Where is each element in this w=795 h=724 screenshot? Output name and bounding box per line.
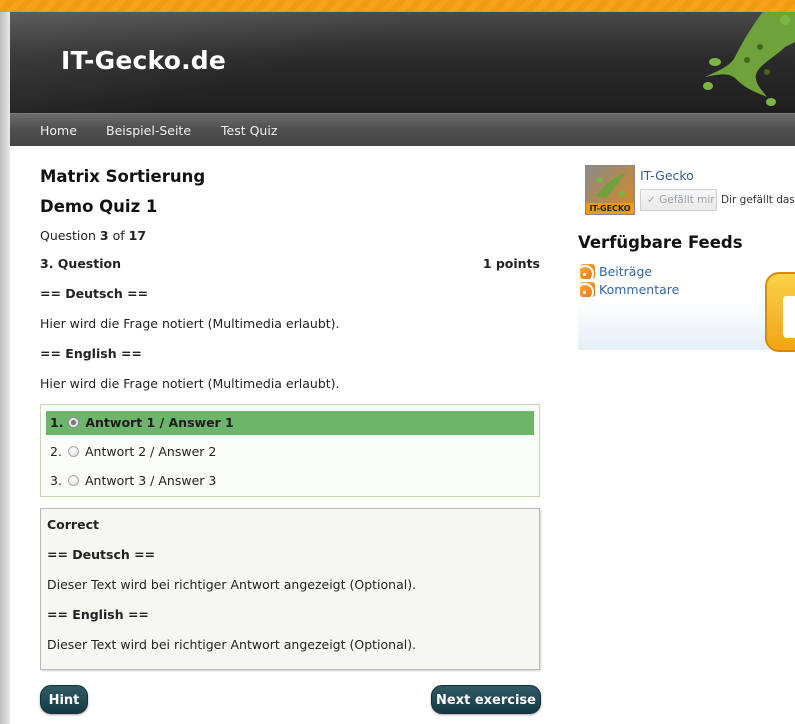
feedback-box: Correct == Deutsch == Dieser Text wird b…	[40, 508, 540, 670]
answer-label: Antwort 1 / Answer 1	[85, 415, 234, 430]
gecko-logo-icon	[703, 12, 795, 106]
feed-label: Beiträge	[599, 264, 653, 279]
sidebar-gradient	[578, 300, 795, 350]
feedback-text-deutsch: Dieser Text wird bei richtiger Antwort a…	[47, 577, 417, 592]
quiz-name: Demo Quiz 1	[40, 197, 158, 216]
question-label: 3. Question	[40, 256, 121, 271]
radio-selected-icon[interactable]	[68, 417, 80, 428]
nav-item-test-quiz[interactable]: Test Quiz	[221, 123, 277, 138]
next-exercise-button[interactable]: Next exercise	[431, 685, 541, 714]
feed-link-kommentare[interactable]: Kommentare	[580, 282, 679, 297]
page-left-edge	[0, 0, 10, 724]
feed-badge-icon	[765, 272, 795, 352]
answer-option-1[interactable]: 1. Antwort 1 / Answer 1	[46, 411, 534, 435]
counter-prefix: Question	[40, 228, 96, 243]
question-counter: Question 3 of 17	[40, 228, 146, 243]
question-text-english: Hier wird die Frage notiert (Multimedia …	[40, 376, 340, 391]
question-header: 3. Question 1 points	[40, 256, 540, 271]
feedback-text-english: Dieser Text wird bei richtiger Antwort a…	[47, 637, 417, 652]
answer-number: 3.	[50, 473, 62, 488]
answer-label: Antwort 3 / Answer 3	[84, 473, 217, 488]
radio-icon[interactable]	[67, 446, 79, 457]
avatar-caption: IT-GECKO	[586, 203, 634, 214]
answer-option-2[interactable]: 2. Antwort 2 / Answer 2	[46, 440, 534, 464]
feedback-heading-english: == English ==	[47, 607, 149, 622]
nav-item-home[interactable]: Home	[40, 123, 77, 138]
gecko-thumbnail-icon	[596, 172, 626, 198]
badge-inner	[783, 296, 795, 338]
main-nav: Home Beispiel-Seite Test Quiz	[10, 113, 795, 146]
nav-item-beispiel-seite[interactable]: Beispiel-Seite	[106, 123, 191, 138]
counter-current: 3	[99, 228, 109, 243]
rss-icon	[580, 282, 595, 297]
hint-button[interactable]: Hint	[40, 685, 88, 714]
feed-link-beitraege[interactable]: Beiträge	[580, 264, 652, 279]
counter-total: 17	[128, 228, 147, 243]
answer-number: 2.	[50, 444, 62, 459]
feedback-heading-deutsch: == Deutsch ==	[47, 547, 156, 562]
question-heading-deutsch: == Deutsch ==	[40, 286, 149, 301]
question-points: 1 points	[482, 256, 540, 271]
header-top-stripe	[0, 0, 795, 12]
like-status-text: Dir gefällt das.	[721, 194, 795, 206]
feeds-heading: Verfügbare Feeds	[578, 233, 743, 252]
question-heading-english: == English ==	[40, 346, 142, 361]
site-title[interactable]: IT-Gecko.de	[61, 46, 226, 75]
answer-label: Antwort 2 / Answer 2	[84, 444, 217, 459]
page-title: Matrix Sortierung	[40, 167, 206, 186]
radio-icon[interactable]	[67, 475, 79, 486]
question-text-deutsch: Hier wird die Frage notiert (Multimedia …	[40, 316, 340, 331]
counter-of: of	[112, 228, 125, 243]
answer-number: 1.	[50, 415, 64, 430]
answer-option-3[interactable]: 3. Antwort 3 / Answer 3	[46, 469, 534, 493]
facebook-page-avatar[interactable]: IT-GECKO	[585, 165, 635, 215]
feedback-heading: Correct	[47, 517, 99, 532]
feed-label: Kommentare	[599, 282, 680, 297]
like-button[interactable]: ✓ Gefällt mir	[640, 189, 717, 211]
site-header: IT-Gecko.de	[10, 12, 795, 113]
answer-list: 1. Antwort 1 / Answer 1 2. Antwort 2 / A…	[40, 404, 540, 497]
facebook-page-name[interactable]: IT-Gecko	[640, 168, 694, 183]
rss-icon	[580, 264, 595, 279]
